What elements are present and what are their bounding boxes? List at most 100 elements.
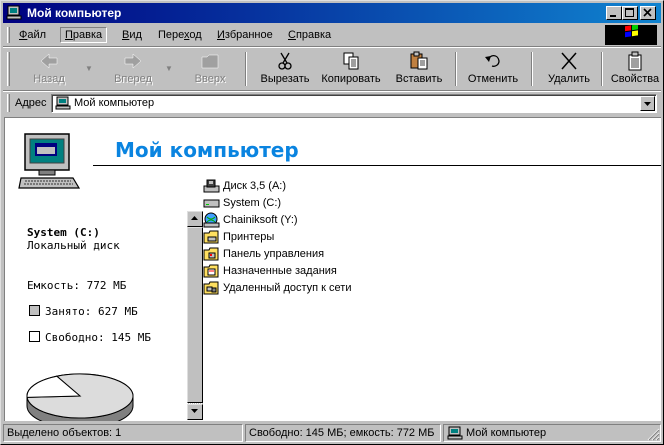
forward-button[interactable]: Вперед — [107, 51, 159, 89]
scroll-down-button[interactable] — [187, 404, 203, 420]
menu-favorites-accel: И — [217, 29, 225, 41]
status-selected-panel: Выделено объектов: 1 — [3, 424, 243, 442]
close-icon — [643, 8, 652, 17]
used-space: Занято: 627 МБ — [45, 305, 138, 318]
drive-capacity: Емкость: 772 МБ — [27, 279, 127, 292]
cut-button[interactable]: Вырезать — [255, 51, 315, 89]
file-name: Панель управления — [223, 248, 325, 260]
close-button[interactable] — [640, 6, 656, 20]
address-bar: Адрес Мой компьютер — [3, 92, 661, 114]
delete-label: Удалить — [548, 73, 590, 85]
computer-large-icon — [18, 133, 81, 189]
menu-file-accel: Ф — [19, 29, 28, 41]
vertical-scrollbar[interactable] — [187, 211, 203, 420]
forward-dropdown-arrow[interactable]: ▼ — [165, 64, 173, 73]
menu-edit-accel: П — [65, 29, 73, 41]
explorer-window: Мой компьютер Файл Правка Вид Переход Из… — [0, 0, 664, 445]
menu-go[interactable]: Переход — [154, 28, 206, 44]
floppy-drive-icon — [203, 179, 220, 193]
scroll-up-button[interactable] — [187, 211, 203, 227]
properties-label: Свойства — [610, 73, 660, 85]
standard-toolbar: Назад ▼ Вперед ▼ Вверх Вырезать Копирова… — [3, 48, 661, 90]
paste-button[interactable]: Вставить — [391, 51, 447, 89]
undo-icon — [485, 54, 500, 67]
used-legend-swatch — [29, 305, 40, 316]
forward-arrow-icon — [124, 53, 142, 69]
my-computer-icon — [447, 426, 463, 440]
paste-label: Вставить — [395, 73, 443, 85]
scissors-icon — [278, 52, 292, 70]
status-space-panel: Свободно: 145 МБ; емкость: 772 МБ — [245, 424, 441, 442]
my-computer-icon — [6, 5, 22, 20]
paste-icon — [410, 51, 428, 70]
toolbar-separator — [531, 52, 533, 86]
dialup-folder-icon — [203, 281, 219, 295]
properties-button[interactable]: Свойства — [609, 51, 661, 89]
title-underline — [93, 165, 661, 166]
toolbar-separator — [601, 52, 603, 86]
disk-usage-pie — [26, 373, 134, 421]
copy-label: Копировать — [321, 73, 381, 85]
cut-label: Вырезать — [260, 73, 310, 85]
scheduled-tasks-folder-icon — [203, 264, 219, 278]
menu-help[interactable]: Справка — [284, 28, 335, 44]
undo-button[interactable]: Отменить — [463, 51, 523, 89]
delete-button[interactable]: Удалить — [541, 51, 597, 89]
back-arrow-icon — [40, 53, 58, 69]
undo-label: Отменить — [467, 73, 519, 85]
menu-view[interactable]: Вид — [118, 28, 146, 44]
my-computer-icon — [55, 96, 71, 110]
menu-edit[interactable]: Правка — [60, 27, 108, 43]
hard-drive-icon — [203, 199, 220, 208]
page-title: Мой компьютер — [115, 138, 299, 162]
menu-bar: Файл Правка Вид Переход Избранное Справк… — [3, 24, 661, 46]
toolbar-grip[interactable] — [7, 52, 10, 86]
network-drive-icon — [203, 212, 220, 228]
menu-help-accel: С — [288, 29, 296, 41]
windows-flag-icon — [625, 24, 638, 38]
drive-type: Локальный диск — [27, 239, 120, 252]
scroll-up-arrow-icon — [191, 216, 198, 220]
delete-x-icon — [561, 52, 577, 70]
properties-icon — [628, 51, 642, 71]
file-name: Назначенные задания — [223, 265, 337, 277]
title-bar[interactable]: Мой компьютер — [3, 3, 661, 23]
file-name: Chainiksoft (Y:) — [223, 214, 298, 226]
maximize-button[interactable] — [622, 6, 638, 20]
window-title: Мой компьютер — [27, 6, 122, 20]
toolbar-separator — [455, 52, 457, 86]
up-label: Вверх — [194, 73, 226, 85]
address-field[interactable]: Мой компьютер — [51, 94, 657, 113]
toolbar-separator — [245, 52, 247, 86]
chevron-down-icon — [644, 102, 651, 106]
status-bar: Выделено объектов: 1 Свободно: 145 МБ; е… — [3, 423, 661, 443]
back-button[interactable]: Назад — [23, 51, 75, 89]
menu-grip[interactable] — [7, 27, 10, 43]
free-space: Свободно: 145 МБ — [45, 331, 151, 344]
menu-view-accel: В — [122, 29, 130, 41]
back-label: Назад — [33, 73, 65, 85]
menu-file[interactable]: Файл — [15, 28, 50, 44]
scroll-down-arrow-icon — [191, 409, 198, 413]
status-selected: Выделено объектов: 1 — [7, 427, 122, 439]
address-grip[interactable] — [7, 94, 10, 112]
folder-view: Мой компьютер System (C:) Локальный диск… — [4, 117, 661, 421]
minimize-button[interactable] — [606, 6, 622, 20]
address-dropdown-button[interactable] — [640, 96, 655, 111]
status-location: Мой компьютер — [466, 427, 547, 439]
file-name: Принтеры — [223, 231, 275, 243]
back-dropdown-arrow[interactable]: ▼ — [85, 64, 93, 73]
free-legend-swatch — [29, 331, 40, 342]
status-location-panel: Мой компьютер — [443, 424, 661, 442]
windows-logo — [605, 24, 657, 45]
address-label: Адрес — [15, 97, 47, 109]
up-button[interactable]: Вверх — [187, 51, 233, 89]
menu-favorites[interactable]: Избранное — [213, 28, 277, 44]
file-name: System (C:) — [223, 197, 282, 209]
menu-go-accel: х — [184, 29, 190, 41]
scrollbar-thumb[interactable] — [187, 227, 203, 403]
file-name: Диск 3,5 (A:) — [223, 180, 287, 192]
drive-name: System (C:) — [27, 226, 100, 239]
resize-grip-icon[interactable] — [646, 427, 660, 441]
copy-button[interactable]: Копировать — [319, 51, 383, 89]
